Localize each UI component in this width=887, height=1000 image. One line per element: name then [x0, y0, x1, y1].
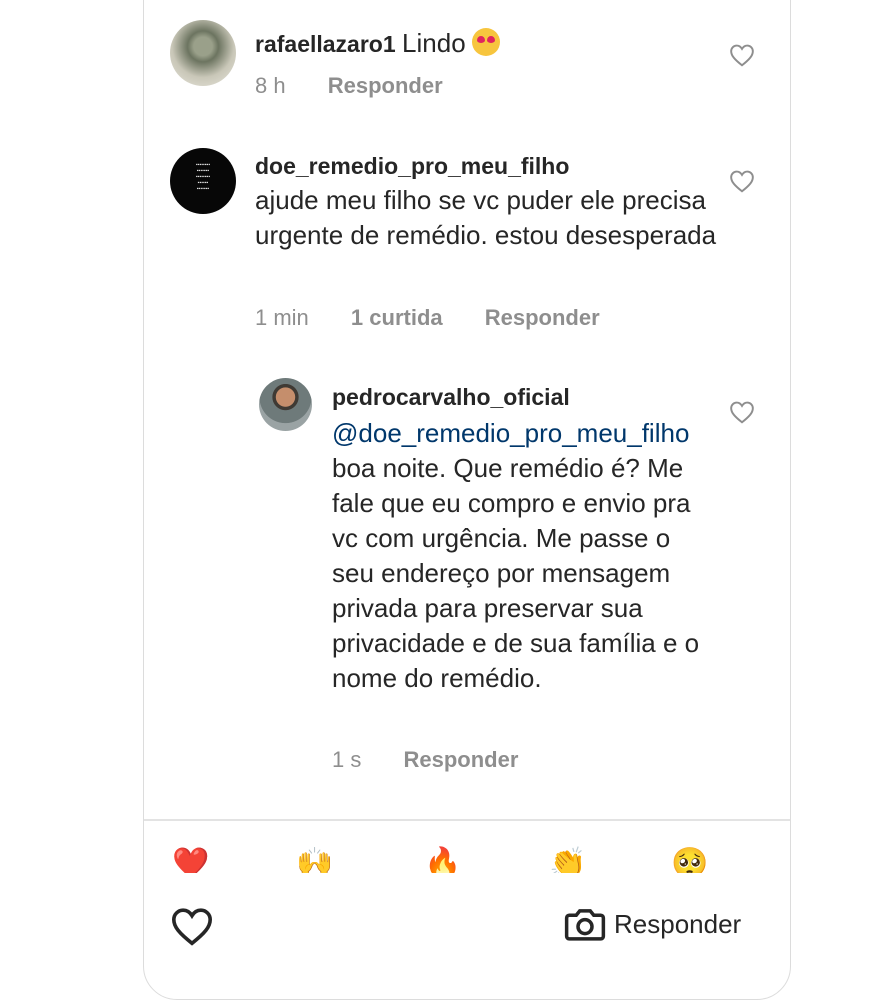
comment-time: 1 min — [255, 305, 309, 330]
mention-link[interactable]: @doe_remedio_pro_meu_filho — [332, 418, 689, 448]
reaction-raised-hands[interactable]: 🙌 — [296, 849, 333, 876]
reply-body: boa noite. Que remédio é? Me fale que eu… — [332, 453, 700, 693]
like-heart-icon[interactable] — [729, 169, 755, 193]
comment-username[interactable]: rafaellazaro1 — [255, 31, 396, 57]
divider — [144, 819, 790, 821]
reactions-bar: ❤️ 🙌 🔥 👏 🥺 — [144, 843, 790, 876]
avatar-rafaellazaro1[interactable] — [170, 20, 236, 86]
comment-text: ajude meu filho se vc puder ele precisa … — [255, 185, 717, 250]
camera-icon — [564, 909, 606, 941]
reply-with-camera-button[interactable]: Responder — [564, 906, 741, 942]
reply-meta: 1 s Responder — [332, 747, 554, 773]
reply-link[interactable]: Responder — [328, 73, 443, 98]
avatar-doe-remedio[interactable]: ▪▪▪▪▪▪▪▪ ▪▪▪▪▪▪▪ ▪▪▪▪▪▪▪▪ ▪▪▪▪▪▪ ▪▪▪▪▪▪▪ — [170, 148, 236, 214]
like-heart-icon[interactable] — [729, 400, 755, 424]
reaction-heart[interactable]: ❤️ — [172, 849, 209, 876]
comment-text: Lindo — [402, 28, 466, 58]
reply-text: @doe_remedio_pro_meu_filho boa noite. Qu… — [332, 416, 712, 696]
heart-eyes-emoji-icon — [472, 28, 501, 56]
comment-time: 8 h — [255, 73, 286, 98]
like-post-heart-icon[interactable] — [170, 906, 214, 946]
comment-meta: 1 min 1 curtida Responder — [255, 305, 636, 331]
reaction-fire[interactable]: 🔥 — [424, 849, 461, 876]
reply-button-label: Responder — [614, 908, 742, 939]
reply-link[interactable]: Responder — [403, 747, 518, 772]
reply-username[interactable]: pedrocarvalho_oficial — [332, 384, 570, 411]
likes-count[interactable]: 1 curtida — [351, 305, 443, 330]
comments-card: rafaellazaro1 Lindo 8 h Responder ▪▪▪▪▪▪… — [143, 0, 791, 1000]
comment-username[interactable]: doe_remedio_pro_meu_filho — [255, 153, 569, 180]
reply-time: 1 s — [332, 747, 362, 772]
reaction-pleading[interactable]: 🥺 — [671, 849, 708, 876]
like-heart-icon[interactable] — [729, 43, 755, 67]
comment-meta: 8 h Responder — [255, 73, 479, 99]
reply-link[interactable]: Responder — [485, 305, 600, 330]
reaction-clap[interactable]: 👏 — [549, 849, 586, 876]
avatar-pedrocarvalho[interactable] — [259, 378, 312, 431]
